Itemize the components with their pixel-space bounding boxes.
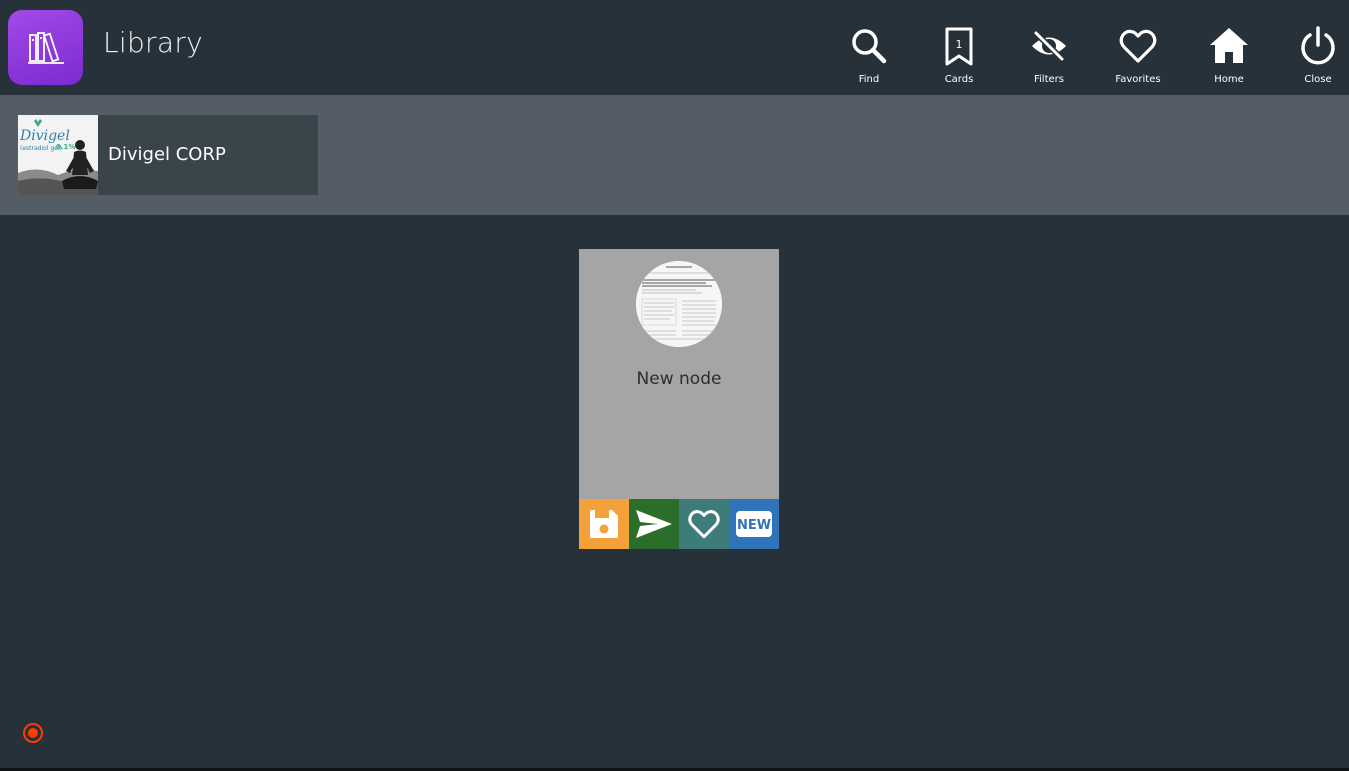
document-page-image bbox=[636, 261, 722, 347]
collection-thumbnail: Divigel (estradiol gel) 0.1% bbox=[18, 115, 98, 195]
home-icon bbox=[1210, 28, 1248, 63]
send-button[interactable] bbox=[629, 499, 679, 549]
save-icon bbox=[590, 510, 618, 538]
record-status-icon[interactable] bbox=[22, 722, 44, 744]
app-logo[interactable] bbox=[8, 10, 83, 85]
eye-off-icon bbox=[1032, 29, 1066, 63]
search-icon bbox=[852, 29, 887, 64]
books-icon bbox=[27, 31, 64, 64]
card-action-bar: NEW bbox=[579, 499, 779, 549]
app-header: Library Find 1 Cards Filters Favorites H… bbox=[0, 0, 1349, 95]
new-badge-button[interactable]: NEW bbox=[729, 499, 779, 549]
find-label: Find bbox=[858, 74, 880, 85]
send-icon bbox=[636, 510, 672, 538]
find-button[interactable]: Find bbox=[829, 26, 909, 86]
favorite-button[interactable] bbox=[679, 499, 729, 549]
card-title: New node bbox=[636, 369, 722, 389]
document-thumbnail bbox=[636, 261, 722, 347]
filters-label: Filters bbox=[1034, 74, 1064, 85]
save-button[interactable] bbox=[579, 499, 629, 549]
app-title: Library bbox=[103, 26, 204, 59]
cards-badge: 1 bbox=[956, 38, 963, 51]
thumb-brand: Divigel bbox=[19, 128, 70, 144]
power-icon bbox=[1301, 26, 1335, 65]
close-label: Close bbox=[1304, 74, 1332, 85]
filters-button[interactable]: Filters bbox=[1009, 26, 1089, 86]
home-button[interactable]: Home bbox=[1189, 26, 1269, 86]
home-label: Home bbox=[1214, 74, 1244, 85]
heart-icon bbox=[1119, 29, 1157, 63]
close-button[interactable]: Close bbox=[1278, 26, 1349, 86]
collections-strip: Divigel (estradiol gel) 0.1% Divigel COR… bbox=[0, 95, 1349, 215]
heart-icon bbox=[688, 510, 720, 539]
node-card[interactable]: New node NEW bbox=[579, 249, 779, 549]
new-badge-icon: NEW bbox=[736, 511, 772, 537]
meditation-photo: Divigel (estradiol gel) 0.1% bbox=[18, 115, 98, 195]
thumb-percent: 0.1% bbox=[56, 143, 75, 151]
bookmark-icon: 1 bbox=[945, 27, 973, 66]
favorites-button[interactable]: Favorites bbox=[1098, 26, 1178, 86]
cards-label: Cards bbox=[944, 74, 974, 85]
collection-name: Divigel CORP bbox=[108, 144, 226, 165]
favorites-label: Favorites bbox=[1115, 74, 1161, 85]
new-badge-label: NEW bbox=[737, 518, 771, 533]
cards-button[interactable]: 1 Cards bbox=[919, 26, 999, 86]
collection-tile-divigel[interactable]: Divigel (estradiol gel) 0.1% Divigel COR… bbox=[18, 115, 318, 195]
